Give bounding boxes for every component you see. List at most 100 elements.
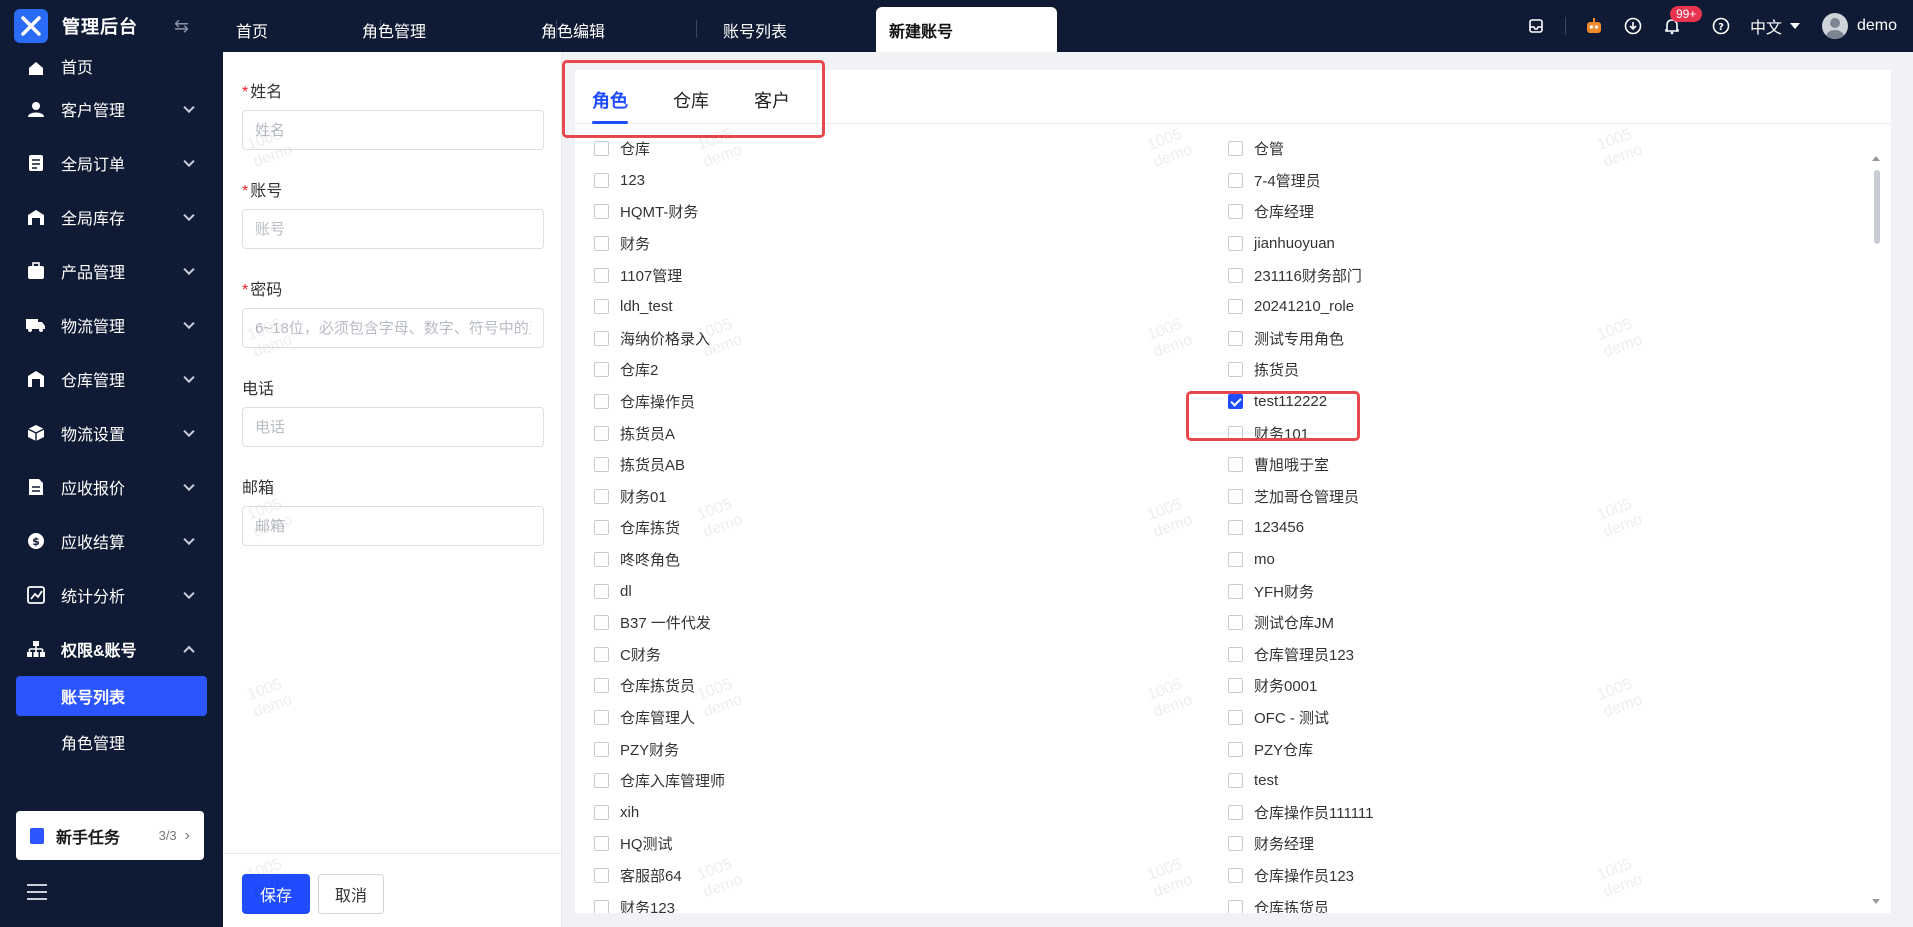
checkbox[interactable] <box>594 425 609 441</box>
role-checkbox-item[interactable]: jianhuoyuan <box>1228 228 1374 260</box>
checkbox[interactable] <box>594 394 609 410</box>
menu-toggle-icon[interactable] <box>27 884 47 900</box>
message-icon[interactable] <box>1526 16 1546 36</box>
role-checkbox-item[interactable]: 仓库拣货员 <box>594 670 725 702</box>
role-checkbox-item[interactable]: xih <box>594 796 725 828</box>
sidebar-subitem-role-management[interactable]: 角色管理 <box>0 720 223 764</box>
checkbox[interactable] <box>1228 836 1243 852</box>
sidebar-item-permissions[interactable]: 权限&账号 <box>0 622 223 676</box>
role-checkbox-item[interactable]: 7-4管理员 <box>1228 165 1374 197</box>
checkbox[interactable] <box>1228 267 1243 283</box>
sidebar-item-home[interactable]: 首页 <box>0 52 223 82</box>
sidebar-item-logistics[interactable]: 物流管理 <box>0 298 223 352</box>
scrollbar-thumb[interactable] <box>1874 170 1880 244</box>
role-checkbox-item[interactable]: C财务 <box>594 639 725 671</box>
checkbox[interactable] <box>1228 362 1243 378</box>
checkbox[interactable] <box>1228 709 1243 725</box>
checkbox[interactable] <box>1228 867 1243 883</box>
tab-customers[interactable]: 客户 <box>754 87 790 113</box>
account-input[interactable] <box>242 209 544 249</box>
robot-icon[interactable] <box>1584 16 1604 36</box>
checkbox[interactable] <box>594 678 609 694</box>
role-checkbox-item[interactable]: 仓管 <box>1228 133 1374 165</box>
sidebar-item-quote[interactable]: 应收报价 <box>0 460 223 514</box>
sidebar-item-inventory[interactable]: 全局库存 <box>0 190 223 244</box>
checkbox[interactable] <box>1228 236 1243 252</box>
role-checkbox-item[interactable]: YFH财务 <box>1228 575 1374 607</box>
role-checkbox-item[interactable]: 芝加哥仓管理员 <box>1228 481 1374 513</box>
checkbox[interactable] <box>594 646 609 662</box>
help-icon[interactable]: ? <box>1711 16 1731 36</box>
tab-role-edit[interactable]: 角色编辑 <box>528 7 618 52</box>
role-checkbox-item[interactable]: 财务经理 <box>1228 828 1374 860</box>
role-checkbox-item[interactable]: 拣货员 <box>1228 354 1374 386</box>
role-checkbox-item[interactable]: HQMT-财务 <box>594 196 725 228</box>
tab-roles[interactable]: 角色 <box>592 87 628 113</box>
sidebar-item-warehouse[interactable]: 仓库管理 <box>0 352 223 406</box>
role-checkbox-item[interactable]: 仓库管理员123 <box>1228 639 1374 671</box>
scroll-down-arrow[interactable] <box>1872 899 1880 904</box>
checkbox[interactable] <box>1228 804 1243 820</box>
tab-new-account[interactable]: 新建账号 <box>876 7 1057 52</box>
checkbox[interactable] <box>594 741 609 757</box>
role-checkbox-item[interactable]: 曹旭哦于室 <box>1228 449 1374 481</box>
sidebar-item-statistics[interactable]: 统计分析 <box>0 568 223 622</box>
checkbox[interactable] <box>1228 615 1243 631</box>
sidebar-item-settlement[interactable]: $ 应收结算 <box>0 514 223 568</box>
role-checkbox-item[interactable]: PZY财务 <box>594 733 725 765</box>
checkbox[interactable] <box>1228 172 1243 188</box>
checkbox[interactable] <box>594 804 609 820</box>
role-checkbox-item[interactable]: 1107管理 <box>594 259 725 291</box>
role-checkbox-item[interactable]: 仓库操作员123 <box>1228 860 1374 892</box>
checkbox[interactable] <box>1228 141 1243 157</box>
sidebar-item-products[interactable]: 产品管理 <box>0 244 223 298</box>
checkbox[interactable] <box>594 552 609 568</box>
username[interactable]: demo <box>1857 17 1897 35</box>
tab-role-management[interactable]: 角色管理 <box>349 7 439 52</box>
role-checkbox-item[interactable]: 仓库操作员111111 <box>1228 796 1374 828</box>
checkbox-checked[interactable] <box>1228 394 1243 410</box>
role-checkbox-item[interactable]: 测试专用角色 <box>1228 323 1374 355</box>
role-checkbox-item[interactable]: 财务0001 <box>1228 670 1374 702</box>
collapse-toggle-icon[interactable]: ⇆ <box>174 16 189 37</box>
tab-home[interactable]: 首页 <box>223 7 281 52</box>
checkbox[interactable] <box>594 330 609 346</box>
role-checkbox-item[interactable]: 20241210_role <box>1228 291 1374 323</box>
role-checkbox-item[interactable]: 客服部64 <box>594 860 725 892</box>
checkbox[interactable] <box>594 899 609 913</box>
checkbox[interactable] <box>1228 425 1243 441</box>
role-checkbox-item[interactable]: 测试仓库JM <box>1228 607 1374 639</box>
role-checkbox-item[interactable]: 财务123 <box>594 891 725 913</box>
checkbox[interactable] <box>594 836 609 852</box>
role-checkbox-item[interactable]: OFC - 测试 <box>1228 702 1374 734</box>
role-checkbox-item[interactable]: 123456 <box>1228 512 1374 544</box>
sidebar-subitem-account-list[interactable]: 账号列表 <box>16 676 207 716</box>
checkbox[interactable] <box>594 362 609 378</box>
role-checkbox-item[interactable]: 仓库拣货员 <box>1228 891 1374 913</box>
checkbox[interactable] <box>594 520 609 536</box>
scrollbar[interactable] <box>1873 170 1881 910</box>
role-checkbox-item[interactable]: 咚咚角色 <box>594 544 725 576</box>
role-checkbox-item[interactable]: HQ测试 <box>594 828 725 860</box>
role-checkbox-item[interactable]: 231116财务部门 <box>1228 259 1374 291</box>
checkbox[interactable] <box>1228 678 1243 694</box>
role-checkbox-item[interactable]: 123 <box>594 165 725 197</box>
download-icon[interactable] <box>1623 16 1643 36</box>
checkbox[interactable] <box>594 299 609 315</box>
checkbox[interactable] <box>1228 773 1243 789</box>
role-checkbox-item[interactable]: 仓库入库管理师 <box>594 765 725 797</box>
checkbox[interactable] <box>594 709 609 725</box>
sidebar-item-logistics-settings[interactable]: 物流设置 <box>0 406 223 460</box>
role-checkbox-item[interactable]: 仓库2 <box>594 354 725 386</box>
bell-icon[interactable]: 99+ <box>1662 6 1703 36</box>
phone-input[interactable] <box>242 407 544 447</box>
role-checkbox-item[interactable]: 财务101 <box>1228 417 1374 449</box>
role-checkbox-item[interactable]: 仓库操作员 <box>594 386 725 418</box>
checkbox[interactable] <box>1228 330 1243 346</box>
checkbox[interactable] <box>594 773 609 789</box>
role-checkbox-item[interactable]: 海纳价格录入 <box>594 323 725 355</box>
email-input[interactable] <box>242 506 544 546</box>
checkbox[interactable] <box>594 488 609 504</box>
checkbox[interactable] <box>1228 299 1243 315</box>
cancel-button[interactable]: 取消 <box>318 874 384 914</box>
